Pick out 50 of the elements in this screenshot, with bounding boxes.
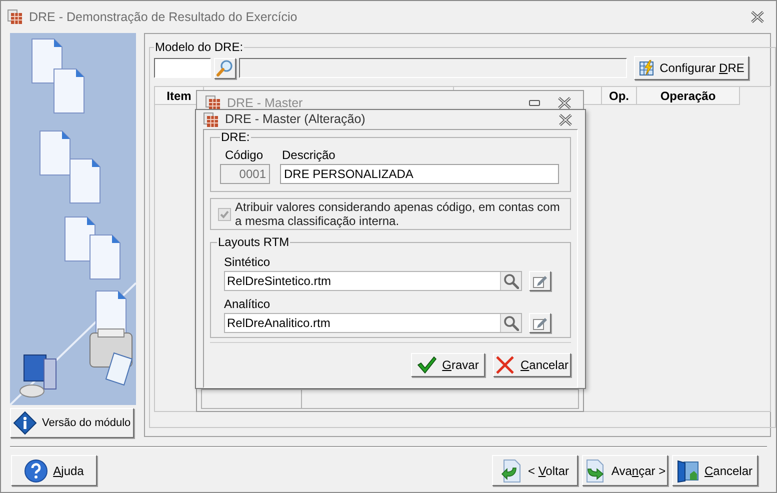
search-icon bbox=[503, 315, 519, 331]
field-value: RelDreSintetico.rtm bbox=[226, 273, 332, 290]
minimize-icon[interactable] bbox=[529, 100, 540, 106]
edit-icon bbox=[532, 315, 548, 331]
cross-icon bbox=[495, 356, 516, 374]
configure-button[interactable]: Configurar DRE bbox=[634, 56, 749, 80]
close-icon[interactable] bbox=[558, 97, 571, 109]
edit-icon bbox=[532, 273, 548, 289]
description-field[interactable]: DRE PERSONALIZADA bbox=[280, 164, 559, 184]
save-button[interactable]: Gravar bbox=[411, 353, 485, 377]
door-icon bbox=[677, 458, 700, 482]
info-icon bbox=[13, 411, 37, 435]
group-label: DRE: bbox=[220, 129, 251, 146]
grid-lightning-icon bbox=[638, 60, 655, 76]
spreadsheet-icon bbox=[203, 112, 219, 128]
field-label: Sintético bbox=[224, 254, 272, 271]
field-label: Analítico bbox=[224, 296, 272, 313]
group-label: Modelo do DRE: bbox=[154, 39, 244, 56]
search-icon bbox=[503, 273, 519, 289]
window-title: DRE - Demonstração de Resultado do Exercício bbox=[29, 8, 298, 26]
checkmark-icon bbox=[417, 356, 438, 374]
code-field[interactable] bbox=[154, 58, 211, 78]
search-button[interactable] bbox=[500, 314, 521, 332]
cancel-button[interactable]: Cancelar bbox=[493, 353, 571, 377]
close-icon[interactable] bbox=[559, 114, 572, 126]
window-title: DRE - Master bbox=[227, 94, 303, 112]
dialog-title: DRE - Master (Alteração) bbox=[225, 111, 366, 128]
close-icon[interactable] bbox=[751, 11, 764, 23]
checkbox-label: Atribuir valores considerando apenas código, em contas com a mesma classificação interna. bbox=[235, 200, 561, 228]
help-button[interactable]: Ajuda bbox=[11, 455, 97, 486]
field-label: Código bbox=[224, 147, 264, 164]
back-button[interactable]: < Voltar bbox=[492, 455, 578, 486]
search-button[interactable] bbox=[500, 272, 521, 290]
field-value: RelDreAnalitico.rtm bbox=[226, 315, 332, 332]
field-label: Descrição bbox=[281, 147, 336, 164]
cancel-button[interactable]: Cancelar bbox=[672, 455, 758, 486]
edit-button[interactable] bbox=[529, 271, 551, 291]
next-button[interactable]: Avançar > bbox=[582, 455, 668, 486]
edit-button[interactable] bbox=[529, 313, 551, 333]
group-label: Layouts RTM bbox=[217, 234, 290, 251]
help-icon bbox=[24, 458, 48, 482]
file-field[interactable]: RelDreAnalitico.rtm bbox=[224, 313, 522, 333]
column-header: Operação bbox=[637, 87, 740, 105]
file-field[interactable]: RelDreSintetico.rtm bbox=[224, 271, 522, 291]
document-arrow-icon bbox=[500, 458, 523, 482]
column-header: Op. bbox=[602, 87, 637, 105]
version-button[interactable]: Versão do módulo bbox=[10, 408, 134, 438]
search-icon bbox=[216, 59, 234, 77]
document-arrow-icon bbox=[584, 458, 606, 482]
spreadsheet-icon bbox=[7, 9, 23, 25]
